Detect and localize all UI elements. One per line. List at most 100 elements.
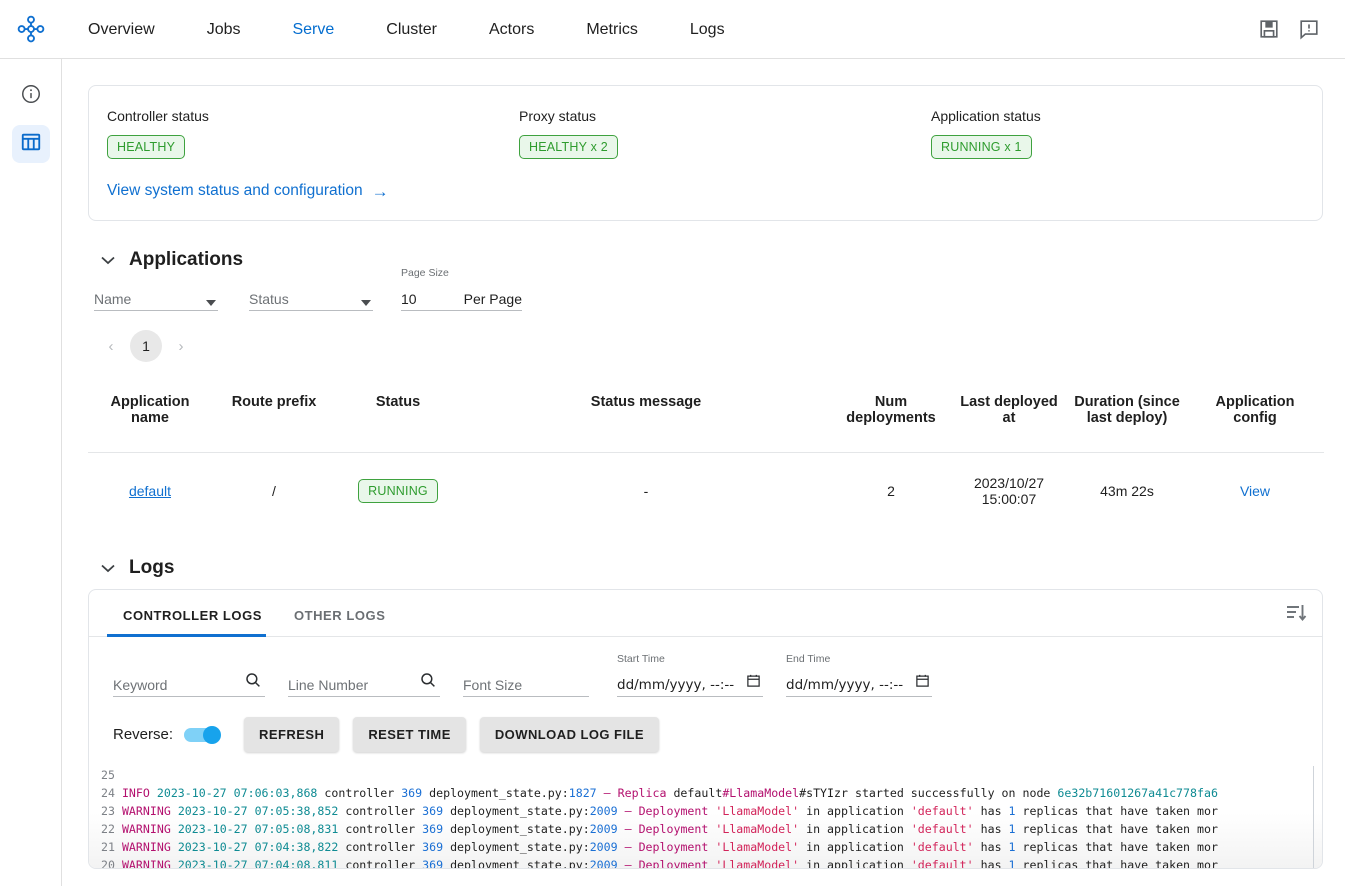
- ray-logo-icon: [16, 14, 46, 44]
- log-scrollbar[interactable]: [1313, 766, 1322, 869]
- end-time-input[interactable]: End Time dd/mm/yyyy, --:--: [786, 669, 932, 697]
- log-line-number: 21: [101, 840, 115, 854]
- log-file: deployment_state.py: [429, 786, 562, 800]
- view-system-status-link[interactable]: View system status and configuration →: [107, 182, 389, 200]
- log-output-area[interactable]: 25 24 INFO 2023-10-27 07:06:03,868 contr…: [89, 766, 1322, 869]
- col-duration: Duration (since last deploy): [1068, 382, 1186, 453]
- log-file-line: 2009: [590, 858, 618, 869]
- logs-section-header[interactable]: Logs: [100, 557, 1323, 579]
- save-icon[interactable]: [1258, 18, 1280, 40]
- tab-other-logs[interactable]: OTHER LOGS: [278, 608, 401, 636]
- tab-controller-logs[interactable]: CONTROLLER LOGS: [107, 608, 278, 636]
- log-source: controller: [324, 786, 394, 800]
- log-source: controller: [345, 840, 415, 854]
- application-config-view-link[interactable]: View: [1240, 483, 1270, 499]
- log-file-line: 2009: [590, 822, 618, 836]
- nav-item-serve[interactable]: Serve: [266, 0, 360, 59]
- log-msg-mid2: has: [974, 858, 1009, 869]
- log-msg-mid2: has: [974, 840, 1009, 854]
- download-log-file-button[interactable]: DOWNLOAD LOG FILE: [480, 717, 659, 752]
- view-system-status-label: View system status and configuration: [107, 182, 363, 200]
- ray-logo[interactable]: [0, 14, 62, 44]
- controller-status-badge: HEALTHY: [107, 135, 185, 159]
- line-number-input[interactable]: Line Number: [288, 669, 440, 697]
- cell-application-config: View: [1186, 453, 1324, 530]
- applications-filter-bar: Name Status Page Size 10 Per Page: [94, 283, 1323, 311]
- applications-section-header[interactable]: Applications: [100, 249, 1323, 271]
- rail-item-info[interactable]: [12, 77, 50, 115]
- log-line-number: 20: [101, 858, 115, 869]
- end-time-value: dd/mm/yyyy, --:--: [786, 677, 903, 696]
- keyword-search-input[interactable]: Keyword: [113, 669, 265, 697]
- pagination-prev-button[interactable]: ‹: [98, 333, 124, 359]
- log-timestamp: 2023-10-27 07:05:08,831: [178, 822, 339, 836]
- pagination-next-button[interactable]: ›: [168, 333, 194, 359]
- log-line-number: 23: [101, 804, 115, 818]
- log-pid: 369: [422, 840, 443, 854]
- pagination-page-1[interactable]: 1: [130, 330, 162, 362]
- col-application-name: Application name: [88, 382, 212, 453]
- log-keyword: Deployment: [639, 858, 709, 869]
- font-size-input[interactable]: Font Size: [463, 669, 589, 697]
- cell-num-deployments: 2: [832, 453, 950, 530]
- proxy-status-label: Proxy status: [519, 108, 931, 124]
- filter-status-select[interactable]: Status: [249, 283, 373, 311]
- nav-item-cluster[interactable]: Cluster: [360, 0, 463, 59]
- log-application: 'default': [911, 804, 974, 818]
- end-time-label: End Time: [786, 653, 830, 665]
- page-size-label: Page Size: [401, 267, 449, 279]
- log-msg-mid: in application: [799, 804, 911, 818]
- log-file: deployment_state.py: [450, 822, 583, 836]
- cell-application-name: default: [88, 453, 212, 530]
- filter-name-select[interactable]: Name: [94, 283, 218, 311]
- calendar-icon[interactable]: [746, 673, 761, 693]
- application-name-link[interactable]: default: [129, 483, 171, 499]
- log-replica: default#LlamaModel#sTYIzr: [673, 786, 848, 800]
- log-line: 21 WARNING 2023-10-27 07:04:38,822 contr…: [101, 838, 1322, 856]
- nav-item-metrics[interactable]: Metrics: [560, 0, 664, 59]
- reset-time-button[interactable]: RESET TIME: [353, 717, 466, 752]
- per-page-label: Per Page: [464, 291, 522, 310]
- rail-item-serve-dashboard[interactable]: [12, 125, 50, 163]
- logs-card: CONTROLLER LOGS OTHER LOGS Keyword: [88, 589, 1323, 869]
- log-timestamp: 2023-10-27 07:06:03,868: [157, 786, 318, 800]
- refresh-button[interactable]: REFRESH: [244, 717, 339, 752]
- nav-item-overview[interactable]: Overview: [62, 0, 181, 59]
- logs-section-title: Logs: [129, 557, 174, 579]
- nav-item-list: Overview Jobs Serve Cluster Actors Metri…: [62, 0, 751, 59]
- application-status-block: Application status RUNNING x 1: [931, 108, 1041, 159]
- application-status-badge: RUNNING x 1: [931, 135, 1032, 159]
- sort-descending-icon[interactable]: [1284, 601, 1308, 630]
- reverse-toggle-switch[interactable]: [184, 726, 224, 744]
- active-tab-indicator: [107, 634, 266, 637]
- col-num-deployments: Num deployments: [832, 382, 950, 453]
- log-timestamp: 2023-10-27 07:04:08,811: [178, 858, 339, 869]
- log-pid: 369: [422, 804, 443, 818]
- application-status-label: Application status: [931, 108, 1041, 124]
- log-line: 24 INFO 2023-10-27 07:06:03,868 controll…: [101, 784, 1322, 802]
- chevron-down-icon: [100, 253, 116, 268]
- table-row: default / RUNNING - 2 2023/10/27 15:00:0…: [88, 453, 1324, 530]
- log-source: controller: [345, 858, 415, 869]
- log-line: 25: [101, 766, 1322, 784]
- log-msg-mid: in application: [799, 858, 911, 869]
- log-keyword: Deployment: [639, 804, 709, 818]
- nav-item-jobs[interactable]: Jobs: [181, 0, 267, 59]
- feedback-icon[interactable]: [1298, 18, 1320, 40]
- calendar-icon[interactable]: [915, 673, 930, 693]
- logs-tab-bar: CONTROLLER LOGS OTHER LOGS: [89, 590, 1322, 637]
- arrow-right-icon: →: [372, 183, 389, 200]
- cell-route-prefix: /: [212, 453, 336, 530]
- applications-pagination: ‹ 1 ›: [98, 330, 1323, 362]
- log-msg-mid2: has: [974, 804, 1009, 818]
- log-file: deployment_state.py: [450, 804, 583, 818]
- start-time-input[interactable]: Start Time dd/mm/yyyy, --:--: [617, 669, 763, 697]
- search-icon: [244, 671, 262, 694]
- log-file: deployment_state.py: [450, 858, 583, 869]
- cell-last-deployed-at: 2023/10/27 15:00:07: [950, 453, 1068, 530]
- reverse-label: Reverse:: [113, 726, 173, 743]
- nav-item-logs[interactable]: Logs: [664, 0, 751, 59]
- filter-page-size-input[interactable]: Page Size 10 Per Page: [401, 283, 522, 311]
- nav-item-actors[interactable]: Actors: [463, 0, 560, 59]
- log-replica-count: 1: [1009, 858, 1016, 869]
